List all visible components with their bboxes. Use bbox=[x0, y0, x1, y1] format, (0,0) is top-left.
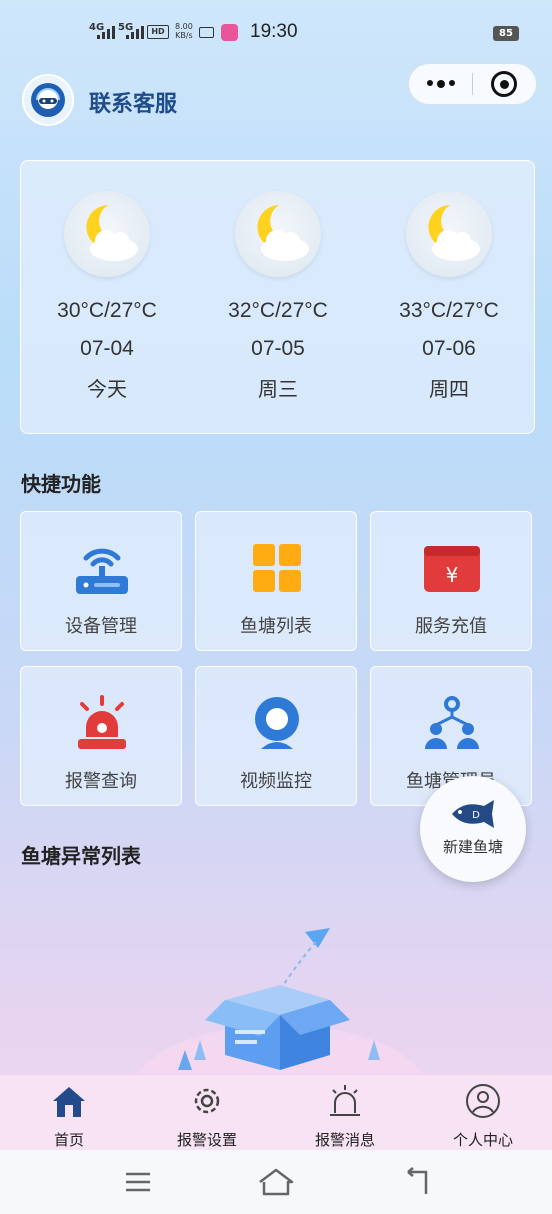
grid-icon bbox=[253, 544, 301, 592]
speed-unit: KB/s bbox=[175, 31, 193, 40]
target-circle-icon bbox=[491, 71, 518, 97]
system-navigation-bar bbox=[0, 1150, 552, 1214]
tile-alarm-query[interactable]: 报警查询 bbox=[20, 666, 182, 806]
pond-anomaly-title: 鱼塘异常列表 bbox=[21, 844, 141, 868]
hd-icon: HD bbox=[147, 25, 169, 39]
tab-label: 报警设置 bbox=[176, 1131, 237, 1149]
tile-video-monitor[interactable]: 视频监控 bbox=[195, 666, 357, 806]
contact-service-title[interactable]: 联系客服 bbox=[89, 86, 177, 118]
quick-functions-title: 快捷功能 bbox=[21, 472, 101, 496]
tile-device-management[interactable]: 设备管理 bbox=[20, 511, 182, 651]
fish-icon: D bbox=[452, 800, 494, 828]
svg-text:¥: ¥ bbox=[446, 563, 459, 587]
close-miniprogram-button[interactable] bbox=[473, 71, 536, 97]
weather-temp: 33°C/27°C bbox=[399, 299, 499, 322]
tab-label: 报警消息 bbox=[314, 1131, 375, 1149]
weather-date: 07-04 bbox=[80, 337, 134, 360]
tab-home[interactable]: 首页 bbox=[9, 1083, 129, 1150]
app-notification-icon bbox=[221, 24, 238, 41]
signal-icon bbox=[126, 26, 144, 39]
router-icon bbox=[76, 548, 128, 594]
tile-label: 报警查询 bbox=[65, 771, 137, 792]
new-pond-button[interactable]: D 新建鱼塘 bbox=[420, 776, 526, 882]
speed-value: 8.00 bbox=[175, 22, 193, 31]
empty-box-icon bbox=[136, 928, 424, 1075]
alarm-icon bbox=[330, 1085, 360, 1116]
team-icon bbox=[425, 696, 479, 749]
home-icon bbox=[53, 1087, 85, 1117]
camera-icon bbox=[255, 697, 299, 749]
alarm-light-icon bbox=[78, 695, 126, 749]
tab-alarm-settings[interactable]: 报警设置 bbox=[147, 1083, 267, 1150]
weather-day: 33°C/27°C 07-06 周四 bbox=[363, 191, 535, 402]
weather-day: 30°C/27°C 07-04 今天 bbox=[21, 191, 193, 402]
weather-temp: 32°C/27°C bbox=[228, 299, 328, 322]
customer-service-avatar[interactable] bbox=[22, 74, 74, 126]
moon-cloud-icon bbox=[64, 191, 150, 277]
moon-cloud-icon bbox=[406, 191, 492, 277]
battery-icon: 85 bbox=[493, 26, 519, 41]
customer-service-icon bbox=[31, 83, 65, 117]
wallet-yen-icon: ¥ bbox=[424, 546, 480, 592]
weather-day: 32°C/27°C 07-05 周三 bbox=[192, 191, 364, 402]
bottom-tab-bar: 首页 报警设置 报警消息 个人中心 bbox=[0, 1074, 552, 1150]
more-dots-icon[interactable] bbox=[409, 80, 472, 88]
tile-service-recharge[interactable]: ¥ 服务充值 bbox=[370, 511, 532, 651]
svg-text:D: D bbox=[472, 810, 480, 821]
weather-day-name: 今天 bbox=[87, 377, 127, 401]
weather-day-name: 周三 bbox=[258, 377, 298, 401]
miniprogram-capsule bbox=[408, 63, 537, 105]
weather-date: 07-05 bbox=[251, 337, 305, 360]
new-pond-label: 新建鱼塘 bbox=[442, 838, 503, 856]
menu-icon[interactable] bbox=[118, 1166, 158, 1198]
mail-icon bbox=[199, 27, 214, 38]
home-nav-icon[interactable] bbox=[256, 1166, 296, 1198]
back-icon[interactable] bbox=[400, 1166, 440, 1198]
weather-card: 30°C/27°C 07-04 今天 32°C/27°C 07-05 周三 33… bbox=[20, 160, 535, 434]
tab-personal-center[interactable]: 个人中心 bbox=[423, 1083, 543, 1150]
network-speed: 8.00 KB/s bbox=[175, 22, 193, 40]
tab-alarm-messages[interactable]: 报警消息 bbox=[285, 1083, 405, 1150]
weather-temp: 30°C/27°C bbox=[57, 299, 157, 322]
status-bar: 4G 5G HD 8.00 KB/s 19:30 85 bbox=[0, 0, 552, 66]
signal-icon bbox=[97, 26, 115, 39]
weather-date: 07-06 bbox=[422, 337, 476, 360]
user-icon bbox=[466, 1084, 500, 1118]
tab-label: 首页 bbox=[53, 1131, 84, 1149]
tile-label: 鱼塘列表 bbox=[240, 616, 312, 637]
tab-label: 个人中心 bbox=[452, 1131, 513, 1149]
tile-pond-list[interactable]: 鱼塘列表 bbox=[195, 511, 357, 651]
gear-icon bbox=[194, 1088, 220, 1114]
tile-label: 视频监控 bbox=[240, 771, 312, 792]
tile-label: 服务充值 bbox=[415, 616, 487, 637]
tile-label: 设备管理 bbox=[65, 616, 137, 637]
weather-day-name: 周四 bbox=[429, 377, 469, 401]
moon-cloud-icon bbox=[235, 191, 321, 277]
clock: 19:30 bbox=[250, 21, 298, 42]
